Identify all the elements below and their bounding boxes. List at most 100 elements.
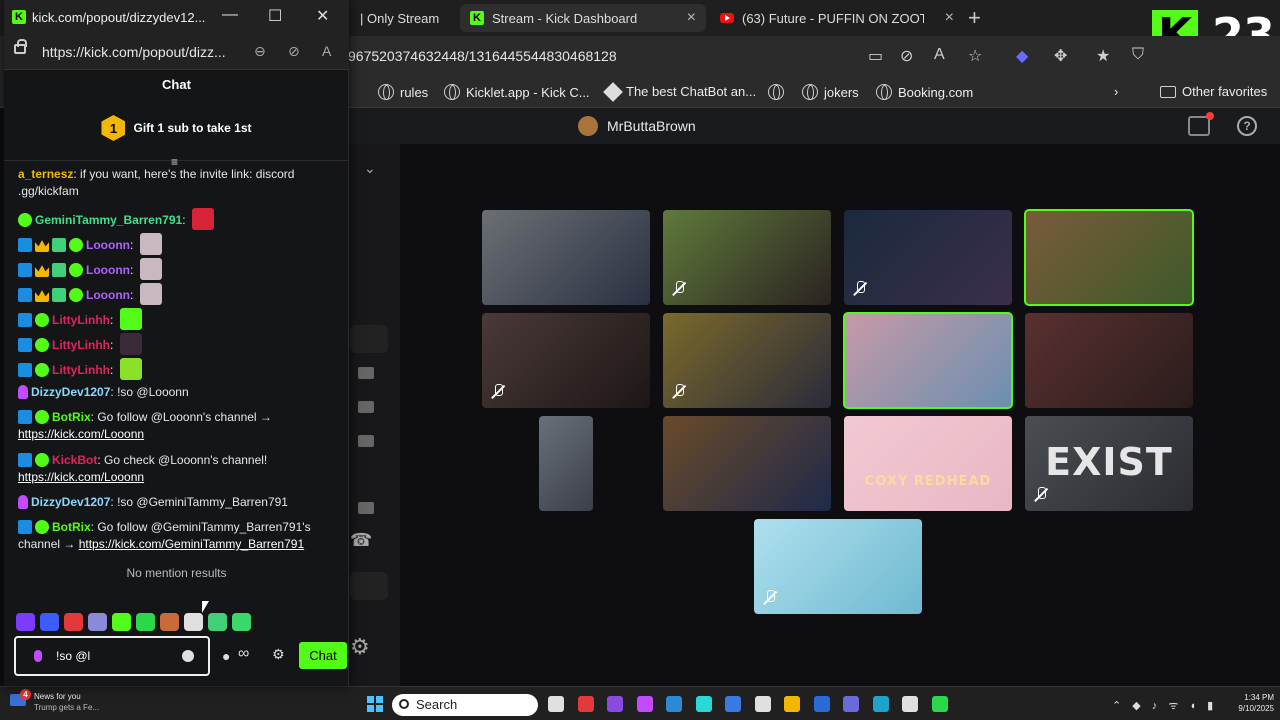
chat-username[interactable]: Looonn: [86, 238, 130, 252]
chat-username[interactable]: LittyLinhh: [52, 338, 110, 352]
tracking-icon[interactable]: ⊘: [900, 46, 913, 66]
verified-badge-icon[interactable]: [35, 453, 49, 467]
moderator-badge-icon[interactable]: [18, 410, 32, 424]
taskbar-app-icon[interactable]: [666, 696, 682, 712]
moderator-badge-icon[interactable]: [18, 520, 32, 534]
chat-emote[interactable]: [119, 333, 142, 355]
tab-kick-dashboard[interactable]: K Stream - Kick Dashboard ×: [460, 4, 706, 32]
emote-suggestion[interactable]: [88, 613, 107, 631]
chat-emote[interactable]: [139, 233, 162, 255]
crown-badge-icon[interactable]: [35, 265, 49, 277]
camera-icon[interactable]: [358, 367, 374, 379]
chat-username[interactable]: LittyLinhh: [52, 313, 110, 327]
chat-emote[interactable]: [191, 208, 214, 230]
favorite-star-icon[interactable]: ☆: [968, 46, 982, 66]
taskbar-app-icon[interactable]: [754, 696, 771, 712]
send-chat-button[interactable]: Chat: [299, 642, 347, 669]
camera-icon[interactable]: [358, 401, 374, 413]
verified-badge-icon[interactable]: [69, 263, 83, 277]
chat-username[interactable]: DizzyDev1207: [31, 495, 110, 509]
extension-icon[interactable]: ◆: [1016, 46, 1028, 66]
chat-emote[interactable]: [139, 283, 162, 305]
moderator-badge-icon[interactable]: [18, 263, 32, 277]
moderator-badge-icon[interactable]: [18, 288, 32, 302]
close-tab-icon[interactable]: ×: [687, 9, 696, 27]
taskbar-search[interactable]: Search: [392, 694, 538, 716]
taskbar-app-icon[interactable]: [548, 696, 564, 712]
verified-badge-icon[interactable]: [35, 313, 49, 327]
bookmark-globe[interactable]: [768, 84, 784, 100]
emote-suggestion[interactable]: [40, 613, 59, 631]
gift-badge-icon[interactable]: [52, 263, 66, 277]
emote-suggestion[interactable]: [184, 613, 203, 631]
popout-url[interactable]: https://kick.com/popout/dizz...: [42, 44, 226, 60]
video-tile[interactable]: [539, 416, 593, 511]
chat-username[interactable]: BotRix: [52, 410, 91, 424]
verified-badge-icon[interactable]: [69, 288, 83, 302]
close-tab-icon[interactable]: ×: [945, 9, 954, 27]
close-icon[interactable]: ✕: [316, 6, 329, 26]
emoji-icon[interactable]: [182, 650, 194, 662]
taskbar-app-icon[interactable]: [636, 696, 653, 712]
video-tile[interactable]: [663, 313, 831, 408]
bookmarks-more-chevron-icon[interactable]: ›: [1114, 84, 1118, 99]
maximize-icon[interactable]: ☐: [268, 6, 282, 26]
chat-link[interactable]: https://kick.com/GeminiTammy_Barren791: [79, 537, 304, 551]
clock-date[interactable]: 9/10/2025: [1220, 704, 1274, 713]
video-tile[interactable]: [482, 313, 650, 408]
shield-icon[interactable]: ⛉: [1132, 46, 1144, 64]
chat-emote[interactable]: [119, 358, 142, 380]
chevron-down-icon[interactable]: ⌄: [364, 160, 376, 177]
gift-badge-icon[interactable]: [52, 238, 66, 252]
gift-leaderboard[interactable]: 1 Gift 1 sub to take 1st: [4, 112, 349, 144]
camera-icon[interactable]: ▭: [868, 46, 883, 66]
favorites-icon[interactable]: ★: [1096, 46, 1110, 66]
verified-badge-icon[interactable]: [18, 213, 32, 227]
video-tile[interactable]: EXIST: [1025, 416, 1193, 511]
taskbar-app-icon[interactable]: [813, 696, 830, 712]
emote-suggestion[interactable]: [16, 613, 35, 631]
camera-icon[interactable]: [358, 435, 374, 447]
background-url[interactable]: 967520374632448/1316445544830468128: [348, 48, 617, 64]
taskbar-app-icon[interactable]: [695, 696, 712, 712]
bookmark-kicklet[interactable]: Kicklet.app - Kick C...: [444, 84, 590, 100]
emote-suggestion[interactable]: [64, 613, 83, 631]
crown-badge-icon[interactable]: [35, 290, 49, 302]
streamer-name[interactable]: MrButtaBrown: [607, 118, 696, 134]
taskbar-app-icon[interactable]: [931, 696, 948, 712]
chat-input-value[interactable]: !so @l: [56, 649, 90, 663]
verified-badge-icon[interactable]: [35, 520, 49, 534]
chat-link[interactable]: https://kick.com/Looonn: [18, 427, 144, 441]
crown-badge-icon[interactable]: [35, 240, 49, 252]
taskbar-app-icon[interactable]: [902, 696, 918, 712]
chat-link[interactable]: https://kick.com/Looonn: [18, 470, 144, 484]
bookmark-chatbot[interactable]: The best ChatBot an...: [603, 81, 756, 102]
emote-suggestion[interactable]: [208, 613, 227, 631]
chat-username[interactable]: Looonn: [86, 288, 130, 302]
moderator-badge-icon[interactable]: [18, 338, 32, 352]
chat-emote[interactable]: [119, 308, 142, 330]
lock-icon[interactable]: [14, 39, 27, 54]
minimize-icon[interactable]: —: [222, 6, 238, 24]
streamer-avatar[interactable]: [578, 116, 598, 136]
verified-badge-icon[interactable]: [35, 410, 49, 424]
video-tile[interactable]: [1024, 209, 1194, 306]
read-aloud-icon[interactable]: A: [934, 46, 945, 64]
emote-suggestion[interactable]: [112, 613, 131, 631]
other-favorites[interactable]: Other favorites: [1160, 84, 1267, 99]
side-pill[interactable]: [350, 572, 388, 600]
verified-badge-icon[interactable]: [69, 238, 83, 252]
chat-username[interactable]: GeminiTammy_Barren791: [35, 213, 182, 227]
chat-username[interactable]: a_ternesz: [18, 167, 73, 181]
taskbar-app-icon[interactable]: [784, 696, 800, 712]
video-tile[interactable]: [1025, 313, 1193, 408]
emote-suggestion[interactable]: [160, 613, 179, 631]
taskbar-app-icon[interactable]: [843, 696, 859, 712]
read-aloud-icon[interactable]: A: [322, 43, 331, 59]
chat-username[interactable]: LittyLinhh: [52, 363, 110, 377]
points-icon[interactable]: ●: [222, 648, 230, 664]
emote-suggestion[interactable]: [232, 613, 251, 631]
chat-input[interactable]: !so @l: [14, 636, 210, 676]
bookmark-booking[interactable]: Booking.com: [876, 84, 973, 100]
tab-youtube[interactable]: (63) Future - PUFFIN ON ZOOTIE ×: [710, 4, 964, 32]
